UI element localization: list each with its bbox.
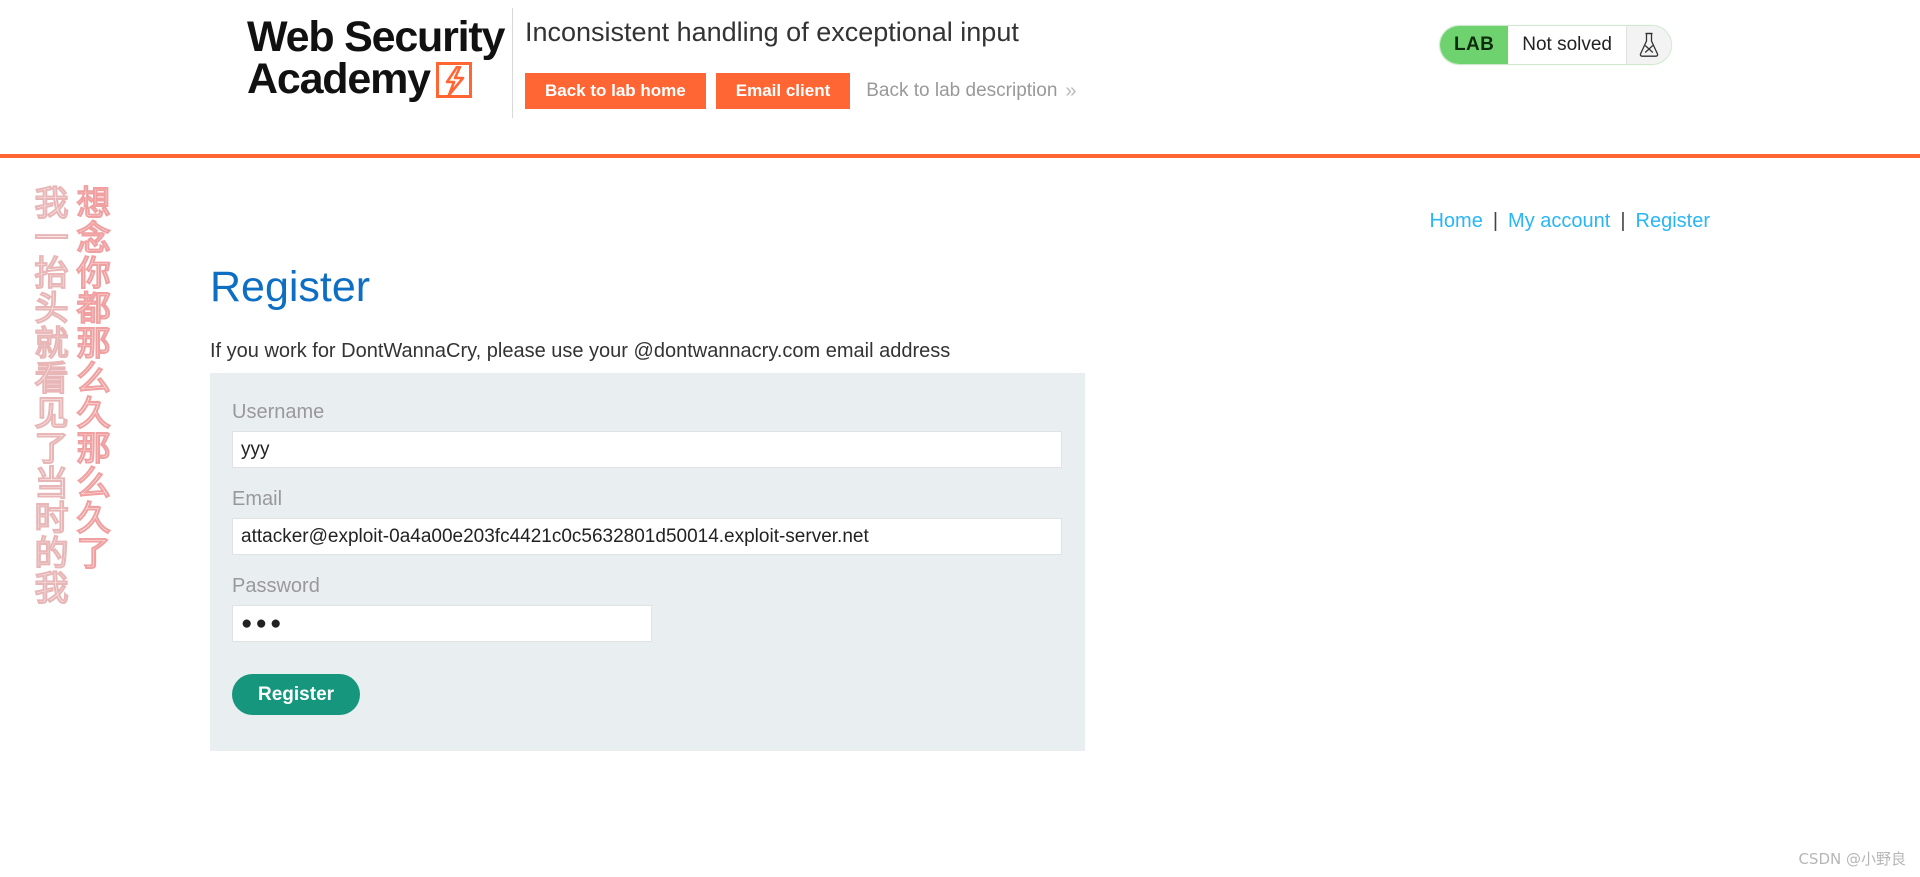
- cjk-watermark: 想念你都那么久那么久了 我一抬头就看见了当时的我: [28, 185, 111, 606]
- lab-title: Inconsistent handling of exceptional inp…: [525, 17, 1019, 47]
- nav-link-home[interactable]: Home: [1429, 210, 1482, 233]
- back-to-lab-description-link[interactable]: Back to lab description »: [866, 79, 1076, 103]
- header-actions: Back to lab home Email client Back to la…: [525, 73, 1077, 109]
- nav-separator-1: |: [1492, 210, 1499, 232]
- email-client-button[interactable]: Email client: [715, 73, 851, 109]
- csdn-credit-watermark: CSDN @小野良: [1798, 850, 1906, 868]
- back-to-lab-home-button[interactable]: Back to lab home: [525, 73, 706, 109]
- email-label: Email: [232, 488, 283, 510]
- watermark-column-left: 我一抬头就看见了当时的我: [28, 185, 69, 606]
- nav-separator-2: |: [1620, 210, 1626, 232]
- header-divider: [512, 8, 513, 118]
- username-input[interactable]: [232, 431, 1062, 468]
- lab-badge-tag: LAB: [1439, 26, 1509, 64]
- register-submit-button[interactable]: Register: [232, 674, 361, 715]
- page-title: Register: [210, 263, 371, 311]
- flask-not-solved-icon[interactable]: [1627, 26, 1671, 64]
- nav-link-register[interactable]: Register: [1636, 210, 1710, 233]
- lightning-bolt-icon: [435, 62, 472, 98]
- password-input[interactable]: [232, 605, 652, 642]
- register-form: Username Email Password Register: [210, 373, 1085, 751]
- logo-line-1: Web Security: [247, 13, 505, 61]
- back-to-lab-description-label: Back to lab description: [866, 80, 1058, 101]
- lab-status-text: Not solved: [1508, 26, 1627, 64]
- page-subtext: If you work for DontWannaCry, please use…: [210, 340, 951, 362]
- username-label: Username: [232, 401, 325, 423]
- page-root: Web Security Academy Inconsistent handli…: [0, 0, 1920, 877]
- nav-link-my-account[interactable]: My account: [1508, 210, 1610, 233]
- lab-status-widget[interactable]: LAB Not solved: [1438, 25, 1672, 65]
- password-label: Password: [232, 575, 320, 597]
- account-nav: Home | My account | Register: [1429, 210, 1710, 233]
- watermark-column-right: 想念你都那么久那么久了: [70, 185, 111, 571]
- academy-header: Web Security Academy Inconsistent handli…: [0, 0, 1920, 158]
- logo-line-2: Academy: [247, 55, 431, 103]
- double-chevron-right-icon: »: [1065, 79, 1076, 102]
- email-input[interactable]: [232, 518, 1062, 555]
- web-security-academy-logo[interactable]: Web Security Academy: [247, 13, 505, 103]
